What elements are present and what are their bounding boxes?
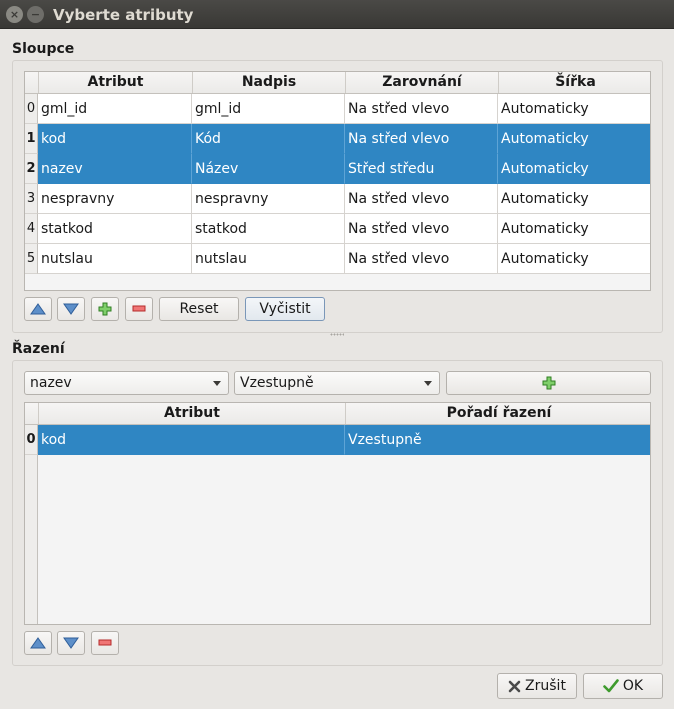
cell-sort-order[interactable]: Vzestupně: [345, 425, 650, 455]
sort-header-order[interactable]: Pořadí řazení: [345, 403, 650, 424]
minus-icon: [132, 305, 146, 312]
minimize-window-button[interactable]: −: [27, 6, 44, 23]
cell-caption[interactable]: gml_id: [192, 94, 345, 124]
cell-caption[interactable]: statkod: [192, 214, 345, 244]
move-up-button[interactable]: [24, 297, 52, 321]
row-header-gutter: [25, 455, 38, 624]
cell-caption[interactable]: Název: [192, 154, 345, 184]
chevron-down-icon: [424, 381, 432, 386]
table-row[interactable]: 5 nutslau nutslau Na střed vlevo Automaticky: [25, 244, 650, 274]
arrow-up-icon: [30, 637, 46, 649]
cell-alignment[interactable]: Na střed vlevo: [345, 184, 498, 214]
column-header-caption[interactable]: Nadpis: [192, 72, 345, 93]
cell-attribute[interactable]: nazev: [38, 154, 192, 184]
title-bar: × − Vyberte atributy: [0, 0, 674, 29]
close-window-button[interactable]: ×: [6, 6, 23, 23]
table-row[interactable]: 2 nazev Název Střed středu Automaticky: [25, 154, 650, 184]
cell-alignment[interactable]: Na střed vlevo: [345, 124, 498, 154]
cell-alignment[interactable]: Střed středu: [345, 154, 498, 184]
minimize-icon: −: [30, 8, 41, 21]
cell-width[interactable]: Automaticky: [498, 124, 650, 154]
cell-alignment[interactable]: Na střed vlevo: [345, 214, 498, 244]
cell-caption[interactable]: Kód: [192, 124, 345, 154]
add-column-button[interactable]: [91, 297, 119, 321]
cancel-x-icon: [508, 680, 521, 692]
sort-move-up-button[interactable]: [24, 631, 52, 655]
cell-attribute[interactable]: gml_id: [38, 94, 192, 124]
column-header-attribute[interactable]: Atribut: [38, 72, 192, 93]
cell-attribute[interactable]: statkod: [38, 214, 192, 244]
remove-sort-button[interactable]: [91, 631, 119, 655]
row-header[interactable]: 2: [25, 154, 38, 184]
plus-icon: [98, 302, 112, 316]
sort-section-label: Řazení: [12, 341, 65, 357]
sort-attribute-combo[interactable]: nazev: [24, 371, 229, 395]
table-row[interactable]: 1 kod Kód Na střed vlevo Automaticky: [25, 124, 650, 154]
cell-width[interactable]: Automaticky: [498, 154, 650, 184]
arrow-up-icon: [30, 303, 46, 315]
row-header[interactable]: 0: [25, 425, 38, 455]
cell-caption[interactable]: nutslau: [192, 244, 345, 274]
table-row[interactable]: 4 statkod statkod Na střed vlevo Automaticky: [25, 214, 650, 244]
cancel-button[interactable]: Zrušit: [497, 673, 577, 699]
splitter-handle[interactable]: [330, 333, 344, 336]
cell-caption[interactable]: nespravny: [192, 184, 345, 214]
sort-header-attribute[interactable]: Atribut: [38, 403, 345, 424]
row-header[interactable]: 0: [25, 94, 38, 124]
column-header-alignment[interactable]: Zarovnání: [345, 72, 498, 93]
table-row[interactable]: 0 kod Vzestupně: [25, 425, 650, 455]
add-sort-button[interactable]: [446, 371, 651, 395]
cell-attribute[interactable]: kod: [38, 124, 192, 154]
column-header-width[interactable]: Šířka: [498, 72, 650, 93]
sort-order-value: Vzestupně: [240, 375, 314, 391]
remove-column-button[interactable]: [125, 297, 153, 321]
cell-width[interactable]: Automaticky: [498, 184, 650, 214]
cell-attribute[interactable]: nespravny: [38, 184, 192, 214]
cell-attribute[interactable]: nutslau: [38, 244, 192, 274]
cell-alignment[interactable]: Na střed vlevo: [345, 244, 498, 274]
checkmark-icon: [603, 679, 619, 693]
reset-button[interactable]: Reset: [159, 297, 239, 321]
cancel-label: Zrušit: [525, 678, 566, 694]
clear-button[interactable]: Vyčistit: [245, 297, 325, 321]
move-down-button[interactable]: [57, 297, 85, 321]
cell-alignment[interactable]: Na střed vlevo: [345, 94, 498, 124]
plus-icon: [542, 376, 555, 390]
table-row[interactable]: 3 nespravny nespravny Na střed vlevo Automat…: [25, 184, 650, 214]
sort-order-combo[interactable]: Vzestupně: [234, 371, 440, 395]
sort-move-down-button[interactable]: [57, 631, 85, 655]
sort-table-header: Atribut Pořadí řazení: [25, 403, 650, 425]
cell-width[interactable]: Automaticky: [498, 244, 650, 274]
cell-width[interactable]: Automaticky: [498, 214, 650, 244]
columns-table[interactable]: Atribut Nadpis Zarovnání Šířka 0 gml_id gm…: [24, 71, 651, 291]
row-header[interactable]: 5: [25, 244, 38, 274]
minus-icon: [98, 639, 112, 646]
columns-section-label: Sloupce: [12, 41, 75, 57]
table-row[interactable]: 0 gml_id gml_id Na střed vlevo Automaticky: [25, 94, 650, 124]
chevron-down-icon: [213, 381, 221, 386]
arrow-down-icon: [63, 303, 79, 315]
columns-table-header: Atribut Nadpis Zarovnání Šířka: [25, 72, 650, 94]
cell-width[interactable]: Automaticky: [498, 94, 650, 124]
cell-sort-attribute[interactable]: kod: [38, 425, 345, 455]
arrow-down-icon: [63, 637, 79, 649]
close-icon: ×: [9, 8, 20, 21]
sort-table[interactable]: Atribut Pořadí řazení 0 kod Vzestupně: [24, 402, 651, 625]
ok-label: OK: [622, 678, 644, 694]
row-header[interactable]: 3: [25, 184, 38, 214]
sort-attribute-value: nazev: [30, 375, 72, 391]
ok-button[interactable]: OK: [583, 673, 663, 699]
window-title: Vyberte atributy: [53, 6, 194, 24]
row-header[interactable]: 4: [25, 214, 38, 244]
row-header[interactable]: 1: [25, 124, 38, 154]
